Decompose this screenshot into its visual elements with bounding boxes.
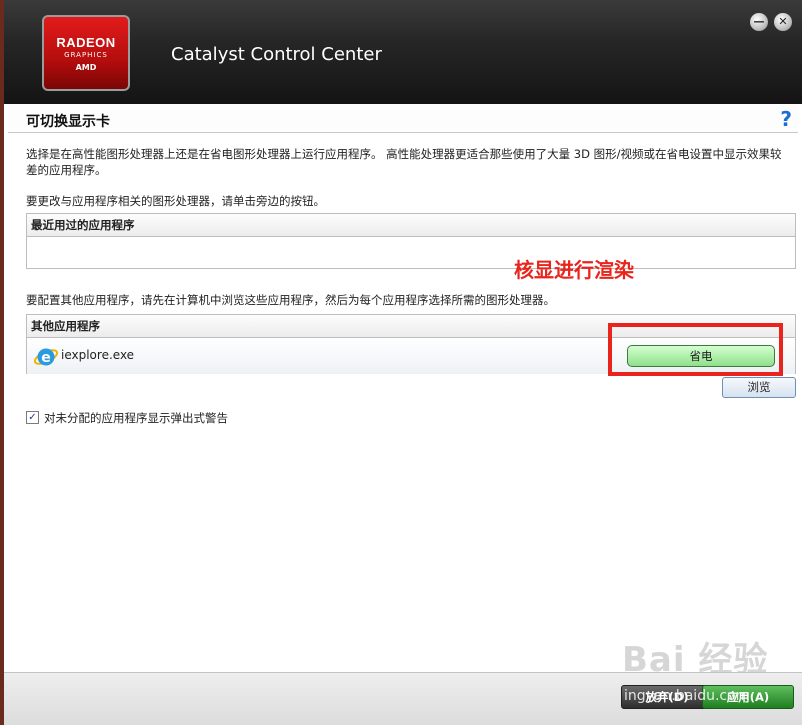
section-bar: 可切换显示卡 ?	[8, 104, 798, 133]
page-title: 可切换显示卡	[26, 114, 110, 130]
svg-text:e: e	[41, 350, 51, 366]
radeon-logo: RADEON GRAPHICS AMD	[42, 15, 130, 91]
recent-hint-text: 要更改与应用程序相关的图形处理器，请单击旁边的按钮。	[26, 194, 325, 208]
popup-warning-checkbox[interactable]: ✓	[26, 411, 39, 424]
highlight-box	[608, 323, 783, 376]
watermark-url: ingyan.baidu.com	[624, 688, 750, 704]
close-button[interactable]: ✕	[774, 13, 792, 31]
recent-apps-panel: 最近用过的应用程序	[26, 213, 796, 269]
logo-line3: AMD	[75, 63, 97, 72]
internet-explorer-icon: e	[33, 348, 59, 366]
help-icon[interactable]: ?	[780, 107, 792, 131]
description-text: 选择是在高性能图形处理器上还是在省电图形处理器上运行应用程序。 高性能处理器更适…	[26, 147, 782, 177]
other-hint-text: 要配置其他应用程序，请先在计算机中浏览这些应用程序，然后为每个应用程序选择所需的…	[26, 293, 555, 307]
app-title: Catalyst Control Center	[171, 44, 382, 65]
annotation-text: 核显进行渲染	[514, 258, 634, 282]
app-header: RADEON GRAPHICS AMD Catalyst Control Cen…	[4, 0, 802, 104]
logo-line2: GRAPHICS	[64, 51, 108, 59]
popup-warning-label: 对未分配的应用程序显示弹出式警告	[44, 411, 228, 425]
app-name: iexplore.exe	[61, 348, 135, 362]
minimize-button[interactable]: —	[750, 13, 768, 31]
logo-line1: RADEON	[56, 35, 116, 50]
recent-apps-header: 最近用过的应用程序	[27, 214, 795, 237]
browse-button[interactable]: 浏览	[722, 377, 796, 398]
catalyst-window: RADEON GRAPHICS AMD Catalyst Control Cen…	[4, 0, 802, 725]
